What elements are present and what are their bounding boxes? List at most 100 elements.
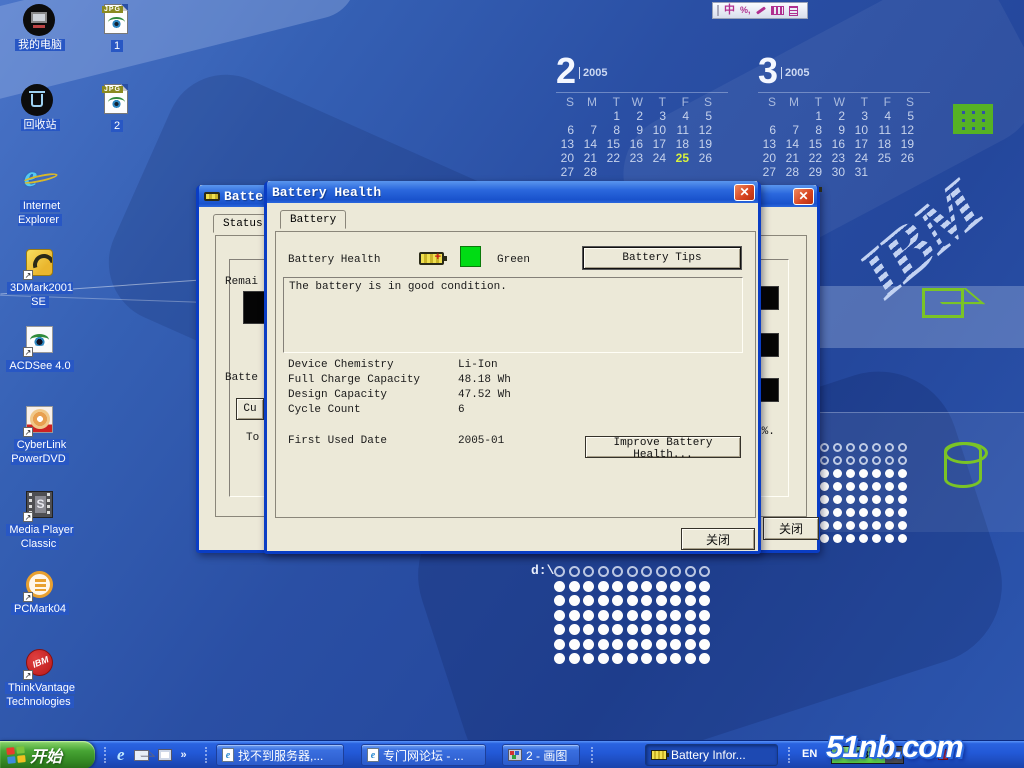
wallpaper-dot [569,595,580,606]
icon-label[interactable]: PCMark04 [0,602,80,616]
calendar-weekday: T [804,95,827,109]
desktop-icon-3dmark2001[interactable]: ↗ [24,247,56,279]
calendar-day: 16 [827,137,850,151]
wallpaper-dot [699,610,710,621]
wallpaper-dot [859,456,868,465]
wallpaper-dot [656,595,667,606]
wallpaper-dot [699,653,710,664]
taskbar-item-battery-information[interactable]: Battery Infor... [645,744,778,766]
calendar-day [579,109,602,123]
desktop-icon-jpg-2[interactable]: JPG [102,84,134,116]
taskbar-item-server-not-found[interactable]: e 找不到服务器,... [216,744,344,766]
icon-label[interactable]: ACDSee 4.0 [0,359,80,373]
icon-label[interactable]: 2 [92,119,142,133]
wallpaper-dot [583,595,594,606]
wallpaper-dot [833,534,842,543]
internet-explorer-icon: e [24,162,56,192]
window-title: Batte [224,189,263,204]
tab-battery[interactable]: Battery [280,210,346,229]
close-icon[interactable]: ✕ [734,184,755,201]
close-button-dialog[interactable]: 关闭 [681,528,755,550]
drive-label: d:\ [531,563,554,578]
wallpaper-dot [859,482,868,491]
calendar-day: 2 [625,109,648,123]
first-used-value: 2005-01 [458,435,504,447]
wallpaper-dot [641,639,652,650]
icon-label[interactable]: 我的电脑 [2,38,78,52]
desktop-icon-thinkvantage[interactable]: IBM ↗ [24,647,56,679]
calendar-weekday: S [896,95,919,109]
desktop-icon-my-computer[interactable] [23,4,55,36]
desktop-icon-internet-explorer[interactable]: e [24,162,56,194]
wallpaper-dot [641,624,652,635]
health-status-swatch [460,246,481,267]
ime-language-bar[interactable]: 中 %, [712,2,808,19]
wallpaper-dot [670,566,681,577]
battery-info-list: Device ChemistryLi-IonFull Charge Capaci… [288,359,728,419]
desktop-icon-jpg-1[interactable]: JPG [102,4,134,36]
quicklaunch-chevron-icon[interactable]: » [181,749,187,761]
wallpaper-dot [898,443,907,452]
quicklaunch-show-desktop-icon[interactable] [158,749,172,761]
desktop-icon-pcmark04[interactable]: ↗ [24,569,56,601]
ime-menu-icon[interactable] [789,6,798,16]
quicklaunch-mail-icon[interactable] [134,750,149,761]
battery-tips-button[interactable]: Battery Tips [583,247,741,269]
calendar-month: 3 [758,55,778,87]
improve-battery-health-button[interactable]: Improve Battery Health... [585,436,741,458]
ime-mode-icon[interactable]: 中 [724,3,735,18]
calendar-day: 12 [694,123,717,137]
calendar-weekday: S [694,95,717,109]
shortcut-arrow-icon: ↗ [23,270,33,280]
tray-language-indicator[interactable]: EN [802,748,817,760]
current-button[interactable]: Cu [236,398,264,420]
taskbar-item-paint[interactable]: 2 - 画图 [502,744,580,766]
close-button-background[interactable]: 关闭 [763,517,819,540]
calendar-weekday: M [781,95,804,109]
calendar-day: 13 [556,137,579,151]
wallpaper-dot [612,653,623,664]
wallpaper-dot [670,653,681,664]
calendar-day: 4 [671,109,694,123]
ime-punctuation-icon[interactable]: %, [740,3,751,18]
calendar-day: 14 [781,137,804,151]
ime-keyboard-icon[interactable] [771,6,784,15]
wallpaper-dot [820,482,829,491]
icon-label[interactable]: 回收站 [2,118,78,132]
desktop-icon-powerdvd[interactable]: ↗ [24,404,56,436]
taskbar-item-forum[interactable]: e 专门网论坛 - ... [361,744,486,766]
wallpaper-dot [641,653,652,664]
icon-label[interactable]: 3DMark2001 SE [0,281,80,309]
calendar-day: 13 [758,137,781,151]
icon-label[interactable]: 1 [92,39,142,53]
icon-label[interactable]: ThinkVantage Technologies [0,681,86,709]
calendar-month: 2 [556,55,576,87]
wallpaper-dot [885,508,894,517]
close-icon[interactable]: ✕ [793,188,814,205]
icon-label[interactable]: Media Player Classic [0,523,84,551]
wallpaper-dot [598,639,609,650]
mail-icon [922,288,964,318]
desktop-icon-recycle-bin[interactable] [21,84,53,116]
desktop-icon-media-player-classic[interactable]: S ↗ [24,489,56,521]
calendar-day [781,109,804,123]
icon-label[interactable]: Internet Explorer [2,199,78,227]
wallpaper-dot [685,581,696,592]
battery-health-titlebar[interactable]: Battery Health ✕ [267,181,758,203]
calendar-day: 14 [579,137,602,151]
icon-label[interactable]: CyberLink PowerDVD [0,438,80,466]
calendar-day: 23 [827,151,850,165]
wallpaper-dot [885,521,894,530]
start-button[interactable]: 开始 [0,741,95,768]
calendar-day: 15 [804,137,827,151]
desktop-icon-acdsee[interactable]: ↗ [24,324,56,356]
ime-pen-icon[interactable] [756,6,766,14]
ime-grip-handle[interactable] [717,5,719,16]
wallpaper-dot [846,495,855,504]
battery-health-icon: + [419,252,444,265]
calendar-day: 3 [648,109,671,123]
quicklaunch-ie-icon[interactable]: e [117,745,125,765]
database-icon [944,442,982,488]
wallpaper-dot [554,653,565,664]
calendar-day: 22 [804,151,827,165]
